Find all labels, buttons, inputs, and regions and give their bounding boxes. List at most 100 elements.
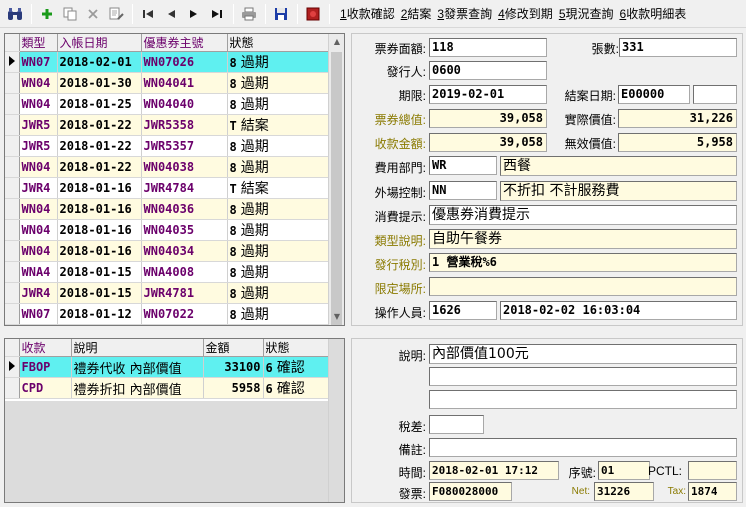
- row-indicator[interactable]: [5, 114, 20, 136]
- remark-field[interactable]: [429, 438, 737, 457]
- cell-status[interactable]: T 結案: [227, 114, 330, 136]
- cell-type[interactable]: WN04: [19, 219, 58, 241]
- cell-voucher-no[interactable]: WN04035: [141, 219, 228, 241]
- previous-record-button[interactable]: [160, 3, 182, 25]
- cell-voucher-no[interactable]: JWR5358: [141, 114, 228, 136]
- tax-diff-field[interactable]: [429, 415, 484, 434]
- cell-description[interactable]: 禮券代收 內部價值: [71, 356, 204, 378]
- scroll-thumb[interactable]: [331, 52, 342, 325]
- cell-type[interactable]: JWR5: [19, 135, 58, 157]
- cell-voucher-no[interactable]: WN04041: [141, 72, 228, 94]
- cell-status[interactable]: 8 過期: [227, 93, 330, 115]
- table-row[interactable]: JWR4 2018-01-15 JWR4781 8 過期: [5, 282, 330, 304]
- cell-status[interactable]: 8 過期: [227, 303, 330, 325]
- cell-status[interactable]: 8 過期: [227, 198, 330, 220]
- cell-date[interactable]: 2018-01-22: [57, 114, 142, 136]
- row-indicator[interactable]: [5, 377, 20, 399]
- cell-type[interactable]: JWR4: [19, 282, 58, 304]
- column-header-description[interactable]: 說明: [71, 339, 204, 357]
- cell-date[interactable]: 2018-01-30: [57, 72, 142, 94]
- floor-control-code-field[interactable]: NN: [429, 181, 497, 200]
- close-date-extra-field[interactable]: [693, 85, 737, 104]
- cell-voucher-no[interactable]: WN04034: [141, 240, 228, 262]
- column-header-amount[interactable]: 金額: [203, 339, 264, 357]
- table-row[interactable]: WN04 2018-01-16 WN04034 8 過期: [5, 240, 330, 262]
- scroll-down-icon[interactable]: ▼: [329, 309, 344, 325]
- menu-invoice-query[interactable]: 3發票查詢: [437, 5, 492, 22]
- voucher-scrollbar[interactable]: ▲ ▼: [328, 34, 344, 325]
- cell-date[interactable]: 2018-01-15: [57, 282, 142, 304]
- column-header-payment-code[interactable]: 收款: [19, 339, 72, 357]
- cell-voucher-no[interactable]: JWR5357: [141, 135, 228, 157]
- row-indicator[interactable]: [5, 72, 20, 94]
- print-button[interactable]: [238, 3, 260, 25]
- table-row[interactable]: WNA4 2018-01-15 WNA4008 8 過期: [5, 261, 330, 283]
- cell-type[interactable]: WN04: [19, 93, 58, 115]
- last-record-button[interactable]: [206, 3, 228, 25]
- menu-close-case[interactable]: 2結案: [401, 5, 432, 22]
- cell-date[interactable]: 2018-01-12: [57, 303, 142, 325]
- first-record-button[interactable]: [137, 3, 159, 25]
- column-header-date[interactable]: 入帳日期: [57, 34, 142, 52]
- cell-voucher-no[interactable]: WN07026: [141, 51, 228, 73]
- cell-voucher-no[interactable]: JWR4784: [141, 177, 228, 199]
- issuer-field[interactable]: 0600: [429, 61, 547, 80]
- cell-amount[interactable]: 33100: [203, 356, 264, 378]
- row-indicator[interactable]: [5, 261, 20, 283]
- cell-date[interactable]: 2018-01-16: [57, 198, 142, 220]
- save-button[interactable]: [270, 3, 292, 25]
- payment-desc-field-1[interactable]: 內部價值100元: [429, 344, 737, 364]
- row-indicator[interactable]: [5, 303, 20, 325]
- cell-date[interactable]: 2018-01-22: [57, 135, 142, 157]
- cell-date[interactable]: 2018-01-16: [57, 219, 142, 241]
- consume-hint-field[interactable]: 優惠券消費提示: [429, 205, 737, 225]
- cell-voucher-no[interactable]: JWR4781: [141, 282, 228, 304]
- cell-status[interactable]: 8 過期: [227, 72, 330, 94]
- cell-status[interactable]: T 結案: [227, 177, 330, 199]
- cell-type[interactable]: WN07: [19, 51, 58, 73]
- cell-status[interactable]: 8 過期: [227, 219, 330, 241]
- menu-payment-report[interactable]: 6收款明細表: [620, 5, 687, 22]
- cell-status[interactable]: 8 過期: [227, 240, 330, 262]
- cell-status[interactable]: 8 過期: [227, 156, 330, 178]
- cell-date[interactable]: 2018-01-15: [57, 261, 142, 283]
- cell-type[interactable]: WN07: [19, 303, 58, 325]
- binoculars-search-button[interactable]: [4, 3, 26, 25]
- cell-type[interactable]: JWR4: [19, 177, 58, 199]
- close-date-field[interactable]: E00000: [618, 85, 690, 104]
- cell-type[interactable]: WN04: [19, 198, 58, 220]
- cell-payment-code[interactable]: CPD: [19, 377, 72, 399]
- face-value-field[interactable]: 118: [429, 38, 547, 57]
- cell-type[interactable]: WNA4: [19, 261, 58, 283]
- voucher-grid[interactable]: 類型 入帳日期 優惠券主號 狀態 WN07 2018-02-01 WN07026 8 過…: [4, 33, 345, 326]
- column-header-voucher-no[interactable]: 優惠券主號: [141, 34, 228, 52]
- row-indicator[interactable]: [5, 51, 20, 73]
- cell-voucher-no[interactable]: WN04038: [141, 156, 228, 178]
- payment-desc-field-3[interactable]: [429, 390, 737, 409]
- cell-amount[interactable]: 5958: [203, 377, 264, 399]
- table-row[interactable]: JWR4 2018-01-16 JWR4784 T 結案: [5, 177, 330, 199]
- cell-payment-code[interactable]: FBOP: [19, 356, 72, 378]
- row-indicator[interactable]: [5, 198, 20, 220]
- table-row[interactable]: WN04 2018-01-16 WN04035 8 過期: [5, 219, 330, 241]
- cell-date[interactable]: 2018-02-01: [57, 51, 142, 73]
- cell-voucher-no[interactable]: WNA4008: [141, 261, 228, 283]
- column-header-type[interactable]: 類型: [19, 34, 58, 52]
- cell-voucher-no[interactable]: WN07022: [141, 303, 228, 325]
- add-button[interactable]: [36, 3, 58, 25]
- menu-confirm-payment[interactable]: 1收款確認: [340, 5, 395, 22]
- expense-dept-code-field[interactable]: WR: [429, 156, 497, 175]
- cell-status[interactable]: 6 確認: [263, 356, 330, 378]
- cell-type[interactable]: WN04: [19, 72, 58, 94]
- delete-button[interactable]: [82, 3, 104, 25]
- table-row[interactable]: WN07 2018-01-12 WN07022 8 過期: [5, 303, 330, 325]
- payment-scrollbar[interactable]: [328, 339, 344, 502]
- cell-status[interactable]: 6 確認: [263, 377, 330, 399]
- row-indicator[interactable]: [5, 282, 20, 304]
- cell-date[interactable]: 2018-01-16: [57, 177, 142, 199]
- menu-status-query[interactable]: 5現況查詢: [559, 5, 614, 22]
- cell-status[interactable]: 8 過期: [227, 135, 330, 157]
- column-header-status[interactable]: 狀態: [263, 339, 330, 357]
- cell-status[interactable]: 8 過期: [227, 261, 330, 283]
- cell-voucher-no[interactable]: WN04040: [141, 93, 228, 115]
